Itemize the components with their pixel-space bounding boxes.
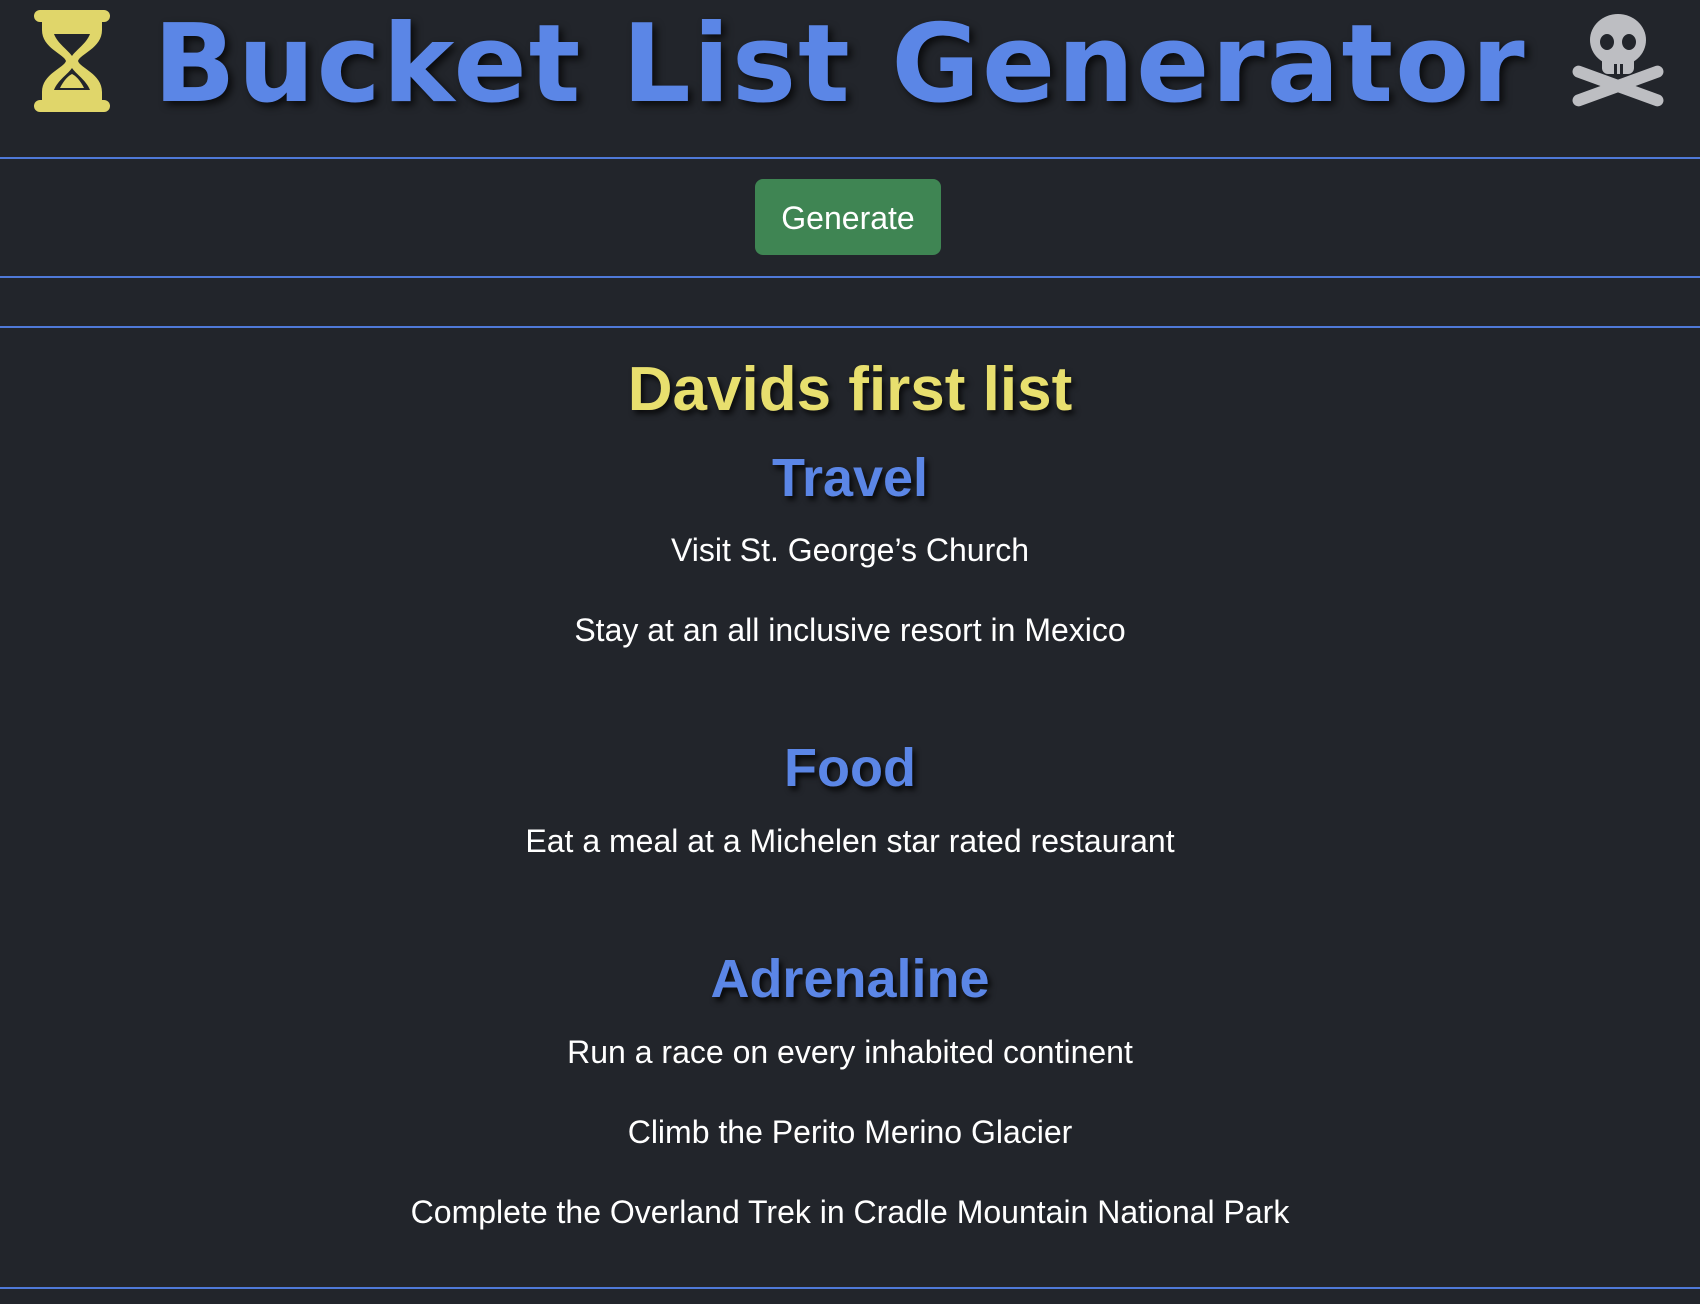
- list-item: Climb the Perito Merino Glacier: [627, 1114, 1073, 1150]
- list-item: Eat a meal at a Michelen star rated rest…: [525, 823, 1175, 859]
- list-item: Complete the Overland Trek in Cradle Mou…: [410, 1194, 1290, 1230]
- app-header: Bucket List Generator: [0, 0, 1700, 156]
- header-divider: [0, 157, 1700, 159]
- generate-button[interactable]: Generate: [755, 179, 941, 255]
- skull-icon: [1572, 14, 1664, 107]
- hourglass-icon: [34, 10, 110, 112]
- app-title: Bucket List Generator: [153, 2, 1527, 127]
- toolbar-divider-top: [0, 276, 1700, 278]
- list-title: Davids first list: [627, 355, 1073, 424]
- footer-divider: [0, 1287, 1700, 1289]
- category-title-food: Food: [784, 738, 916, 798]
- category-title-adrenaline: Adrenaline: [710, 949, 990, 1009]
- list-item: Stay at an all inclusive resort in Mexic…: [574, 612, 1126, 648]
- toolbar-divider-bottom: [0, 326, 1700, 328]
- list-item: Run a race on every inhabited continent: [567, 1034, 1133, 1070]
- category-title-travel: Travel: [771, 448, 929, 508]
- list-item: Visit St. George’s Church: [670, 532, 1030, 568]
- page: Bucket List Generator Generate Davids fi…: [0, 0, 1700, 1304]
